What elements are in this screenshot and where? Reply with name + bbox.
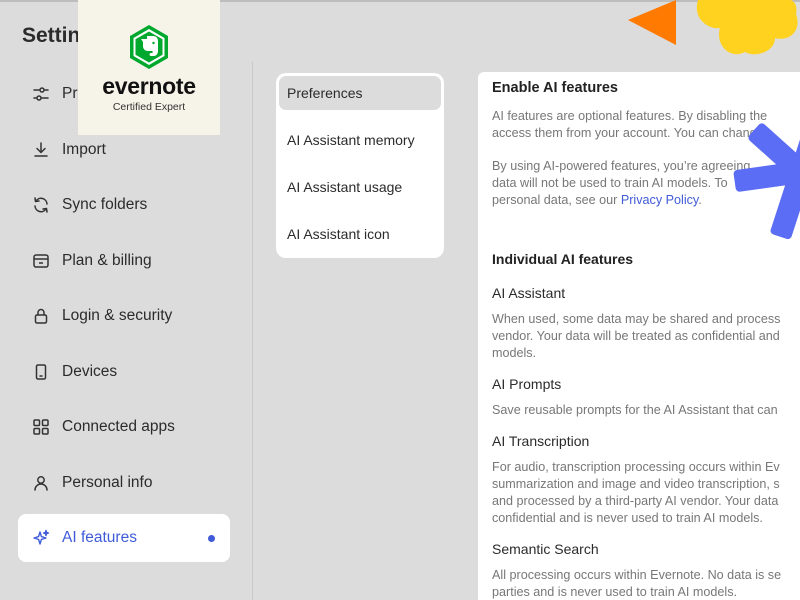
person-icon — [32, 474, 50, 492]
feature-ai-assistant: AI Assistant When used, some data may be… — [492, 285, 800, 362]
column-divider — [252, 62, 253, 600]
sidebar-item-label: Import — [62, 140, 106, 158]
settings-sidebar: Preferences Import Sync folders Plan & b… — [18, 70, 230, 570]
feature-title: AI Transcription — [492, 433, 590, 449]
feature-title: Semantic Search — [492, 541, 599, 557]
badge-brand: evernote — [102, 73, 196, 99]
sidebar-item-label: Sync folders — [62, 196, 148, 213]
section-heading: Enable AI features — [492, 80, 618, 96]
submenu-item-ai-assistant-usage[interactable]: AI Assistant usage — [279, 170, 441, 204]
sidebar-item-label: Connected apps — [62, 418, 175, 435]
badge-subtitle: Certified Expert — [112, 101, 186, 113]
sparkle-icon — [32, 529, 50, 547]
sidebar-item-login-security[interactable]: Login & security — [18, 292, 230, 340]
evernote-certified-badge: evernote Certified Expert — [78, 0, 220, 135]
sidebar-item-label: Devices — [62, 362, 118, 380]
submenu-item-ai-assistant-icon[interactable]: AI Assistant icon — [279, 217, 441, 251]
ai-features-submenu: Preferences AI Assistant memory AI Assis… — [276, 73, 444, 258]
download-icon — [32, 141, 50, 159]
sidebar-item-personal-info[interactable]: Personal info — [18, 459, 230, 507]
individual-features-heading: Individual AI features — [492, 251, 634, 267]
feature-description: For audio, transcription processing occu… — [492, 460, 780, 525]
sidebar-item-connected-apps[interactable]: Connected apps — [18, 403, 230, 451]
billing-icon — [32, 252, 50, 270]
feature-description: All processing occurs within Evernote. N… — [492, 568, 782, 599]
submenu-item-ai-assistant-memory[interactable]: AI Assistant memory — [279, 123, 441, 157]
sidebar-item-label: AI features — [62, 529, 137, 546]
evernote-logo-icon — [130, 25, 168, 69]
feature-title: AI Assistant — [492, 285, 566, 301]
sidebar-item-sync-folders[interactable]: Sync folders — [18, 181, 230, 229]
sliders-icon — [32, 85, 50, 103]
submenu-item-preferences[interactable]: Preferences — [279, 76, 441, 110]
lock-icon — [32, 307, 50, 325]
feature-semantic-search: Semantic Search All processing occurs wi… — [492, 541, 800, 600]
sidebar-item-label: Personal info — [62, 473, 153, 491]
orange-triangle-decoration — [628, 0, 676, 45]
sync-icon — [32, 196, 50, 214]
sidebar-item-ai-features[interactable]: AI features — [18, 514, 230, 562]
phone-icon — [32, 363, 50, 381]
yellow-blob-decoration — [696, 0, 798, 55]
feature-ai-prompts: AI Prompts Save reusable prompts for the… — [492, 376, 800, 419]
active-indicator-dot — [208, 535, 215, 542]
privacy-policy-link[interactable]: Privacy Policy — [621, 193, 698, 207]
sidebar-item-devices[interactable]: Devices — [18, 348, 230, 396]
sidebar-item-plan-billing[interactable]: Plan & billing — [18, 237, 230, 285]
sidebar-item-label: Login & security — [62, 307, 173, 324]
feature-description: When used, some data may be shared and p… — [492, 312, 781, 360]
grid-icon — [32, 418, 50, 436]
feature-ai-transcription: AI Transcription For audio, transcriptio… — [492, 433, 800, 527]
feature-title: AI Prompts — [492, 376, 562, 392]
feature-description: Save reusable prompts for the AI Assista… — [492, 403, 778, 417]
sidebar-item-label: Plan & billing — [62, 251, 152, 269]
blue-asterisk-decoration — [733, 104, 800, 240]
